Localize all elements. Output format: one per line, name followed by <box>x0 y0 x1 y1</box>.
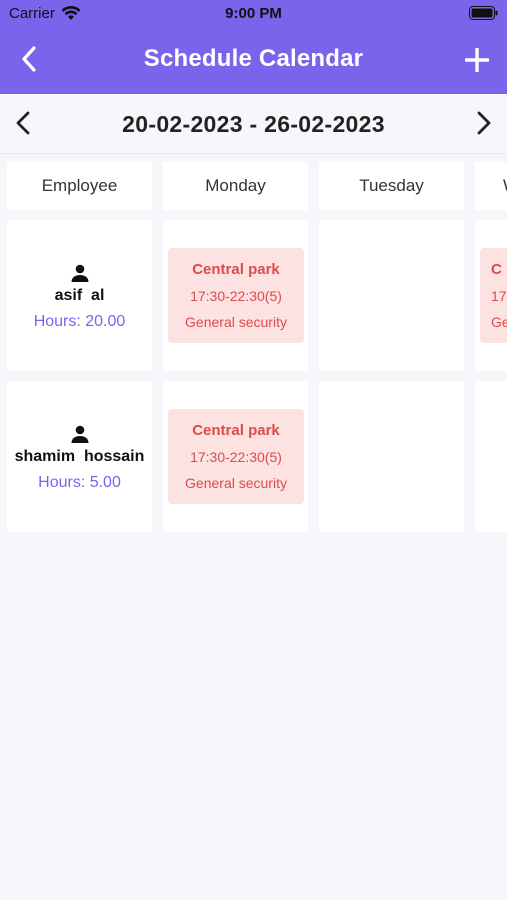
person-icon <box>71 264 88 282</box>
column-header-wednesday: W <box>475 162 507 210</box>
shift-location: Central park <box>192 422 280 439</box>
employee-hours: Hours: 5.00 <box>38 473 121 491</box>
next-week-button[interactable] <box>469 108 499 138</box>
employee-hours: Hours: 20.00 <box>33 312 126 330</box>
status-time: 9:00 PM <box>225 5 282 22</box>
employee-name: asif al <box>54 286 105 304</box>
day-cell-wednesday[interactable]: C 17 Ge <box>475 220 507 371</box>
day-cell-monday[interactable]: Central park 17:30-22:30(5) General secu… <box>163 220 308 371</box>
nav-bar: Schedule Calendar <box>0 34 507 86</box>
person-icon <box>71 425 88 443</box>
shift-role: General security <box>185 314 287 330</box>
day-cell-tuesday[interactable] <box>319 381 464 532</box>
shift-location: Central park <box>192 261 280 278</box>
shift-role: Ge <box>491 314 507 330</box>
schedule-grid[interactable]: Employee Monday Tuesday W asif al Hours:… <box>0 160 507 540</box>
week-range-label: 20-02-2023 - 26-02-2023 <box>122 111 385 137</box>
add-shift-button[interactable] <box>461 44 493 76</box>
week-selector: 20-02-2023 - 26-02-2023 <box>0 94 507 154</box>
day-cell-tuesday[interactable] <box>319 220 464 371</box>
battery-icon <box>469 6 498 20</box>
shift-time: 17:30-22:30(5) <box>190 288 282 304</box>
employee-cell[interactable]: asif al Hours: 20.00 <box>7 220 152 371</box>
shift-card[interactable]: C 17 Ge <box>480 248 507 343</box>
plus-icon <box>465 48 489 72</box>
shift-card[interactable]: Central park 17:30-22:30(5) General secu… <box>168 409 304 504</box>
day-cell-wednesday[interactable] <box>475 381 507 532</box>
screen: Carrier 9:00 PM Schedule Calendar 20-02-… <box>0 0 507 900</box>
column-header-tuesday: Tuesday <box>319 162 464 210</box>
shift-card[interactable]: Central park 17:30-22:30(5) General secu… <box>168 248 304 343</box>
column-header-monday: Monday <box>163 162 308 210</box>
shift-location: C <box>491 261 502 278</box>
employee-name: shamim hossain <box>14 447 145 465</box>
page-title: Schedule Calendar <box>143 45 364 72</box>
shift-time: 17:30-22:30(5) <box>190 449 282 465</box>
app-header: Carrier 9:00 PM Schedule Calendar <box>0 0 507 94</box>
day-cell-monday[interactable]: Central park 17:30-22:30(5) General secu… <box>163 381 308 532</box>
employee-cell[interactable]: shamim hossain Hours: 5.00 <box>7 381 152 532</box>
shift-role: General security <box>185 475 287 491</box>
chevron-right-icon <box>477 111 491 135</box>
status-bar: Carrier 9:00 PM <box>0 0 507 30</box>
column-header-employee: Employee <box>7 162 152 210</box>
shift-time: 17 <box>491 288 507 304</box>
